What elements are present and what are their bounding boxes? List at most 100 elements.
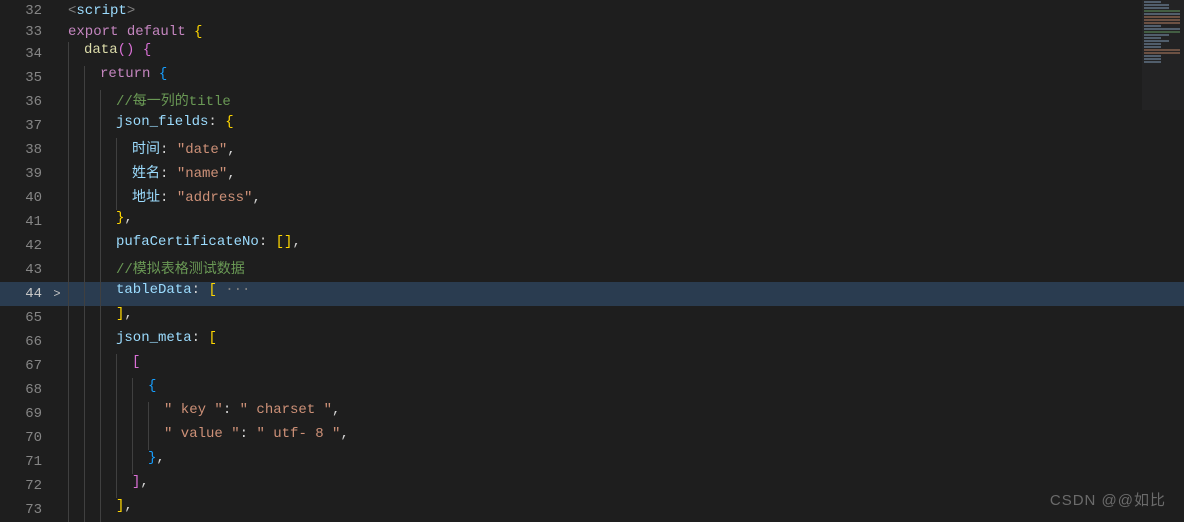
indent-guide	[68, 354, 84, 378]
code-content[interactable]: return {	[66, 66, 1184, 90]
code-line[interactable]: 67 [	[0, 354, 1184, 378]
token: //每一列的title	[116, 94, 231, 110]
token: [	[208, 282, 216, 298]
code-content[interactable]: },	[66, 210, 1184, 234]
indent-guide	[68, 330, 84, 354]
code-line[interactable]: 42pufaCertificateNo: [],	[0, 234, 1184, 258]
indent-guide	[68, 282, 84, 306]
token: tableData	[116, 282, 192, 298]
code-content[interactable]: " key ": " charset ",	[66, 402, 1184, 426]
token: :	[240, 426, 248, 442]
code-line[interactable]: 68{	[0, 378, 1184, 402]
code-line[interactable]: 40地址: "address",	[0, 186, 1184, 210]
fold-toggle-icon[interactable]: >	[48, 287, 66, 301]
token	[231, 402, 239, 418]
token: []	[276, 234, 293, 250]
line-number: 38	[0, 142, 48, 158]
code-content[interactable]: 姓名: "name",	[66, 162, 1184, 186]
code-content[interactable]: {	[66, 378, 1184, 402]
token: ,	[340, 426, 348, 442]
token: " utf- 8 "	[256, 426, 340, 442]
token: >	[127, 3, 135, 19]
code-line[interactable]: 37 json_fields: {	[0, 114, 1184, 138]
indent-guide	[84, 402, 100, 426]
indent-guide	[68, 498, 84, 522]
code-content[interactable]: ],	[66, 306, 1184, 330]
line-number: 37	[0, 118, 48, 134]
code-content[interactable]: 时间: "date",	[66, 138, 1184, 162]
token: {	[148, 378, 156, 394]
code-content[interactable]: //每一列的title	[66, 90, 1184, 114]
code-line[interactable]: 35 return {	[0, 66, 1184, 90]
indent-guide	[68, 66, 84, 90]
line-number: 65	[0, 310, 48, 326]
code-content[interactable]: pufaCertificateNo: [],	[66, 234, 1184, 258]
code-line[interactable]: 34data() {	[0, 42, 1184, 66]
indent-guide	[100, 186, 116, 210]
line-number: 36	[0, 94, 48, 110]
code-line[interactable]: 73],	[0, 498, 1184, 522]
indent-guide	[116, 402, 132, 426]
code-line[interactable]: 71},	[0, 450, 1184, 474]
code-content[interactable]: //模拟表格测试数据	[66, 258, 1184, 282]
indent-guide	[116, 138, 132, 162]
indent-guide	[100, 282, 116, 306]
code-line[interactable]: 69" key ": " charset ",	[0, 402, 1184, 426]
indent-guide	[116, 378, 132, 402]
indent-guide	[68, 186, 84, 210]
indent-guide	[68, 474, 84, 498]
code-content[interactable]: ],	[66, 474, 1184, 498]
line-number: 32	[0, 3, 48, 19]
token: default	[127, 24, 186, 40]
indent-guide	[100, 474, 116, 498]
token	[168, 190, 176, 206]
code-line[interactable]: 66json_meta: [	[0, 330, 1184, 354]
line-number: 72	[0, 478, 48, 494]
token: json_fields	[116, 114, 208, 130]
code-content[interactable]: export default {	[66, 24, 1184, 40]
code-line[interactable]: 72],	[0, 474, 1184, 498]
line-number: 35	[0, 70, 48, 86]
code-line[interactable]: 32 <script>	[0, 0, 1184, 21]
code-content[interactable]: json_fields: {	[66, 114, 1184, 138]
code-line[interactable]: 65],	[0, 306, 1184, 330]
line-number: 43	[0, 262, 48, 278]
token: ,	[252, 190, 260, 206]
indent-guide	[84, 258, 100, 282]
indent-guide	[84, 474, 100, 498]
code-line[interactable]: 39姓名: "name",	[0, 162, 1184, 186]
code-content[interactable]: data() {	[66, 42, 1184, 66]
token: ,	[124, 210, 132, 226]
code-content[interactable]: <script>	[66, 3, 1184, 19]
minimap[interactable]	[1142, 0, 1184, 110]
code-line[interactable]: 38 时间: "date",	[0, 138, 1184, 162]
indent-guide	[100, 330, 116, 354]
code-line[interactable]: 44>tableData: [ ···	[0, 282, 1184, 306]
code-content[interactable]: },	[66, 450, 1184, 474]
token: "name"	[177, 166, 227, 182]
indent-guide	[100, 162, 116, 186]
code-content[interactable]: 地址: "address",	[66, 186, 1184, 210]
code-content[interactable]: ],	[66, 498, 1184, 522]
indent-guide	[100, 258, 116, 282]
code-content[interactable]: json_meta: [	[66, 330, 1184, 354]
indent-guide	[116, 474, 132, 498]
code-content[interactable]: " value ": " utf- 8 ",	[66, 426, 1184, 450]
code-line[interactable]: 41},	[0, 210, 1184, 234]
indent-guide	[84, 162, 100, 186]
indent-guide	[100, 498, 116, 522]
code-content[interactable]: tableData: [ ···	[66, 282, 1184, 306]
code-line[interactable]: 70" value ": " utf- 8 ",	[0, 426, 1184, 450]
code-line[interactable]: 43 //模拟表格测试数据	[0, 258, 1184, 282]
indent-guide	[132, 450, 148, 474]
token: [	[132, 354, 140, 370]
code-line[interactable]: 33export default {	[0, 21, 1184, 42]
code-editor[interactable]: 32<script>33export default {34data() {35…	[0, 0, 1184, 522]
line-number: 67	[0, 358, 48, 374]
indent-guide	[100, 354, 116, 378]
code-line[interactable]: 36 //每一列的title	[0, 90, 1184, 114]
code-content[interactable]: [	[66, 354, 1184, 378]
token: :	[208, 114, 216, 130]
indent-guide	[68, 138, 84, 162]
token: ,	[227, 142, 235, 158]
